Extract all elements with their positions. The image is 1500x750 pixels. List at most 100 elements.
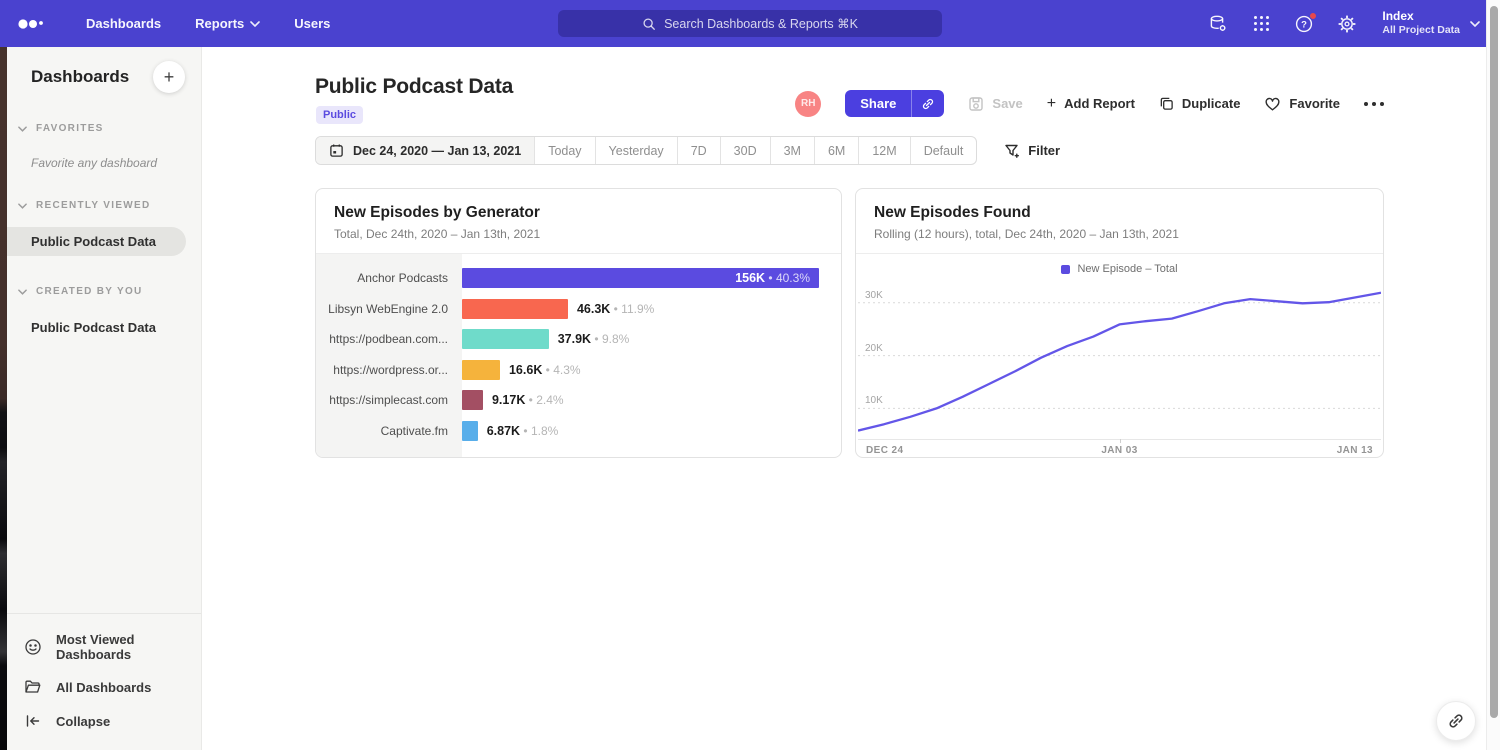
search-placeholder: Search Dashboards & Reports ⌘K <box>664 16 858 31</box>
project-switcher[interactable]: Index All Project Data <box>1382 9 1480 37</box>
help-icon[interactable]: ? <box>1294 14 1314 34</box>
chart-title[interactable]: New Episodes Found <box>874 204 1365 222</box>
copy-link-button[interactable] <box>911 90 944 117</box>
save-icon <box>968 96 984 112</box>
nav-item-dashboards[interactable]: Dashboards <box>86 16 161 31</box>
bar-row: Captivate.fm 6.87K • 1.8% <box>316 416 841 447</box>
bar-segment[interactable] <box>462 390 483 410</box>
bar-category-label: Captivate.fm <box>316 424 462 438</box>
add-report-button[interactable]: + Add Report <box>1047 96 1135 112</box>
all-dashboards-button[interactable]: All Dashboards <box>7 670 201 704</box>
date-preset-30d[interactable]: 30D <box>720 137 770 164</box>
footer-label: All Dashboards <box>56 680 151 695</box>
x-axis: DEC 24 JAN 03 JAN 13 <box>858 439 1381 458</box>
nav-item-users[interactable]: Users <box>294 16 330 31</box>
chevron-down-icon <box>1470 21 1480 27</box>
date-preset-yesterday[interactable]: Yesterday <box>595 137 677 164</box>
date-preset-3m[interactable]: 3M <box>770 137 814 164</box>
share-button[interactable]: Share <box>845 90 944 117</box>
chevron-down-icon <box>18 203 27 209</box>
bar-value-label: 46.3K • 11.9% <box>577 302 654 316</box>
chart-subtitle: Total, Dec 24th, 2020 – Jan 13th, 2021 <box>334 227 823 241</box>
x-axis-label: JAN 13 <box>1337 445 1373 456</box>
filter-button[interactable]: Filter <box>1004 143 1060 159</box>
chart-title[interactable]: New Episodes by Generator <box>334 204 823 222</box>
bar-category-label: https://simplecast.com <box>316 393 462 407</box>
sidebar-item-public-podcast-data[interactable]: Public Podcast Data <box>7 313 201 342</box>
favorite-button[interactable]: Favorite <box>1264 96 1340 112</box>
calendar-icon <box>329 143 344 158</box>
date-preset-12m[interactable]: 12M <box>858 137 909 164</box>
main-content: Public Podcast Data Public RH Share Save… <box>202 47 1500 750</box>
heart-icon <box>1264 96 1281 112</box>
bar-category-label: https://podbean.com... <box>316 332 462 346</box>
date-controls: Dec 24, 2020 — Jan 13, 2021 TodayYesterd… <box>315 136 1060 165</box>
legend-label: New Episode – Total <box>1077 263 1177 275</box>
more-options-button[interactable] <box>1364 98 1384 110</box>
line-series[interactable] <box>858 293 1381 431</box>
x-axis-tick <box>1120 439 1121 443</box>
chevron-down-icon <box>250 21 260 27</box>
x-axis-label: DEC 24 <box>866 445 903 456</box>
folder-icon <box>24 678 42 696</box>
date-preset-6m[interactable]: 6M <box>814 137 858 164</box>
bar-segment[interactable] <box>462 360 500 380</box>
bar-category-label: https://wordpress.or... <box>316 363 462 377</box>
sidebar-footer: Most Viewed Dashboards All Dashboards Co… <box>7 613 201 750</box>
share-link-floating-button[interactable] <box>1436 701 1476 741</box>
chart-legend[interactable]: New Episode – Total <box>856 261 1383 277</box>
settings-gear-icon[interactable] <box>1337 14 1357 34</box>
search-input[interactable]: Search Dashboards & Reports ⌘K <box>558 10 942 37</box>
section-created-by-you[interactable]: CREATED BY YOU <box>7 286 201 297</box>
most-viewed-dashboards-button[interactable]: Most Viewed Dashboards <box>7 624 201 670</box>
nav-label: Reports <box>195 16 244 31</box>
smiley-icon <box>24 638 42 656</box>
section-recently-viewed[interactable]: RECENTLY VIEWED <box>7 200 201 211</box>
apps-grid-icon[interactable] <box>1251 14 1271 34</box>
add-dashboard-button[interactable]: + <box>153 61 185 93</box>
sidebar-item-public-podcast-data[interactable]: Public Podcast Data <box>0 227 186 256</box>
dashboard-actions: RH Share Save + Add Report Duplicate <box>795 90 1384 117</box>
share-label: Share <box>845 90 911 117</box>
collapse-sidebar-button[interactable]: Collapse <box>7 704 201 738</box>
bar-segment[interactable] <box>462 421 478 441</box>
date-range-text: Dec 24, 2020 — Jan 13, 2021 <box>353 144 521 158</box>
duplicate-button[interactable]: Duplicate <box>1159 96 1241 111</box>
legend-swatch <box>1061 265 1070 274</box>
collapse-icon <box>24 712 42 730</box>
card-new-episodes-found: New Episodes Found Rolling (12 hours), t… <box>855 188 1384 458</box>
date-preset-7d[interactable]: 7D <box>677 137 720 164</box>
date-preset-today[interactable]: Today <box>534 137 594 164</box>
bar-segment[interactable]: 156K • 40.3% <box>462 268 819 288</box>
page-scrollbar <box>1486 0 1500 750</box>
bar-row: Libsyn WebEngine 2.0 46.3K • 11.9% <box>316 294 841 325</box>
page-title: Public Podcast Data <box>315 75 513 99</box>
nav-item-reports[interactable]: Reports <box>195 16 260 31</box>
avatar[interactable]: RH <box>795 91 821 117</box>
bar-chart: Anchor Podcasts156K • 40.3%Libsyn WebEng… <box>316 254 841 458</box>
project-scope: All Project Data <box>1382 24 1460 37</box>
filter-funnel-icon <box>1004 143 1020 159</box>
copy-icon <box>1159 96 1174 111</box>
x-axis-label: JAN 03 <box>1101 445 1137 456</box>
save-button[interactable]: Save <box>968 96 1022 112</box>
bar-category-label: Libsyn WebEngine 2.0 <box>316 302 462 316</box>
bar-segment[interactable] <box>462 299 568 319</box>
favorites-empty-hint: Favorite any dashboard <box>31 156 201 170</box>
bar-segment[interactable] <box>462 329 549 349</box>
public-badge: Public <box>316 106 363 124</box>
section-favorites[interactable]: FAVORITES <box>7 123 201 134</box>
bar-value-label: 9.17K • 2.4% <box>492 393 564 407</box>
date-preset-default[interactable]: Default <box>910 137 977 164</box>
scrollbar-thumb[interactable] <box>1490 6 1498 718</box>
line-plot[interactable]: 10K20K30K <box>858 279 1381 439</box>
bar-value-label: 6.87K • 1.8% <box>487 424 559 438</box>
add-report-label: Add Report <box>1064 96 1135 111</box>
bar-row: https://wordpress.or...16.6K • 4.3% <box>316 355 841 386</box>
mixpanel-logo-icon[interactable] <box>18 16 44 32</box>
date-range-picker[interactable]: Dec 24, 2020 — Jan 13, 2021 <box>316 137 534 164</box>
navbar-right-cluster: ? Index All Project Data <box>1208 0 1480 47</box>
bar-value-label: 156K • 40.3% <box>735 271 810 285</box>
data-management-icon[interactable] <box>1208 14 1228 34</box>
section-label: CREATED BY YOU <box>36 286 143 297</box>
